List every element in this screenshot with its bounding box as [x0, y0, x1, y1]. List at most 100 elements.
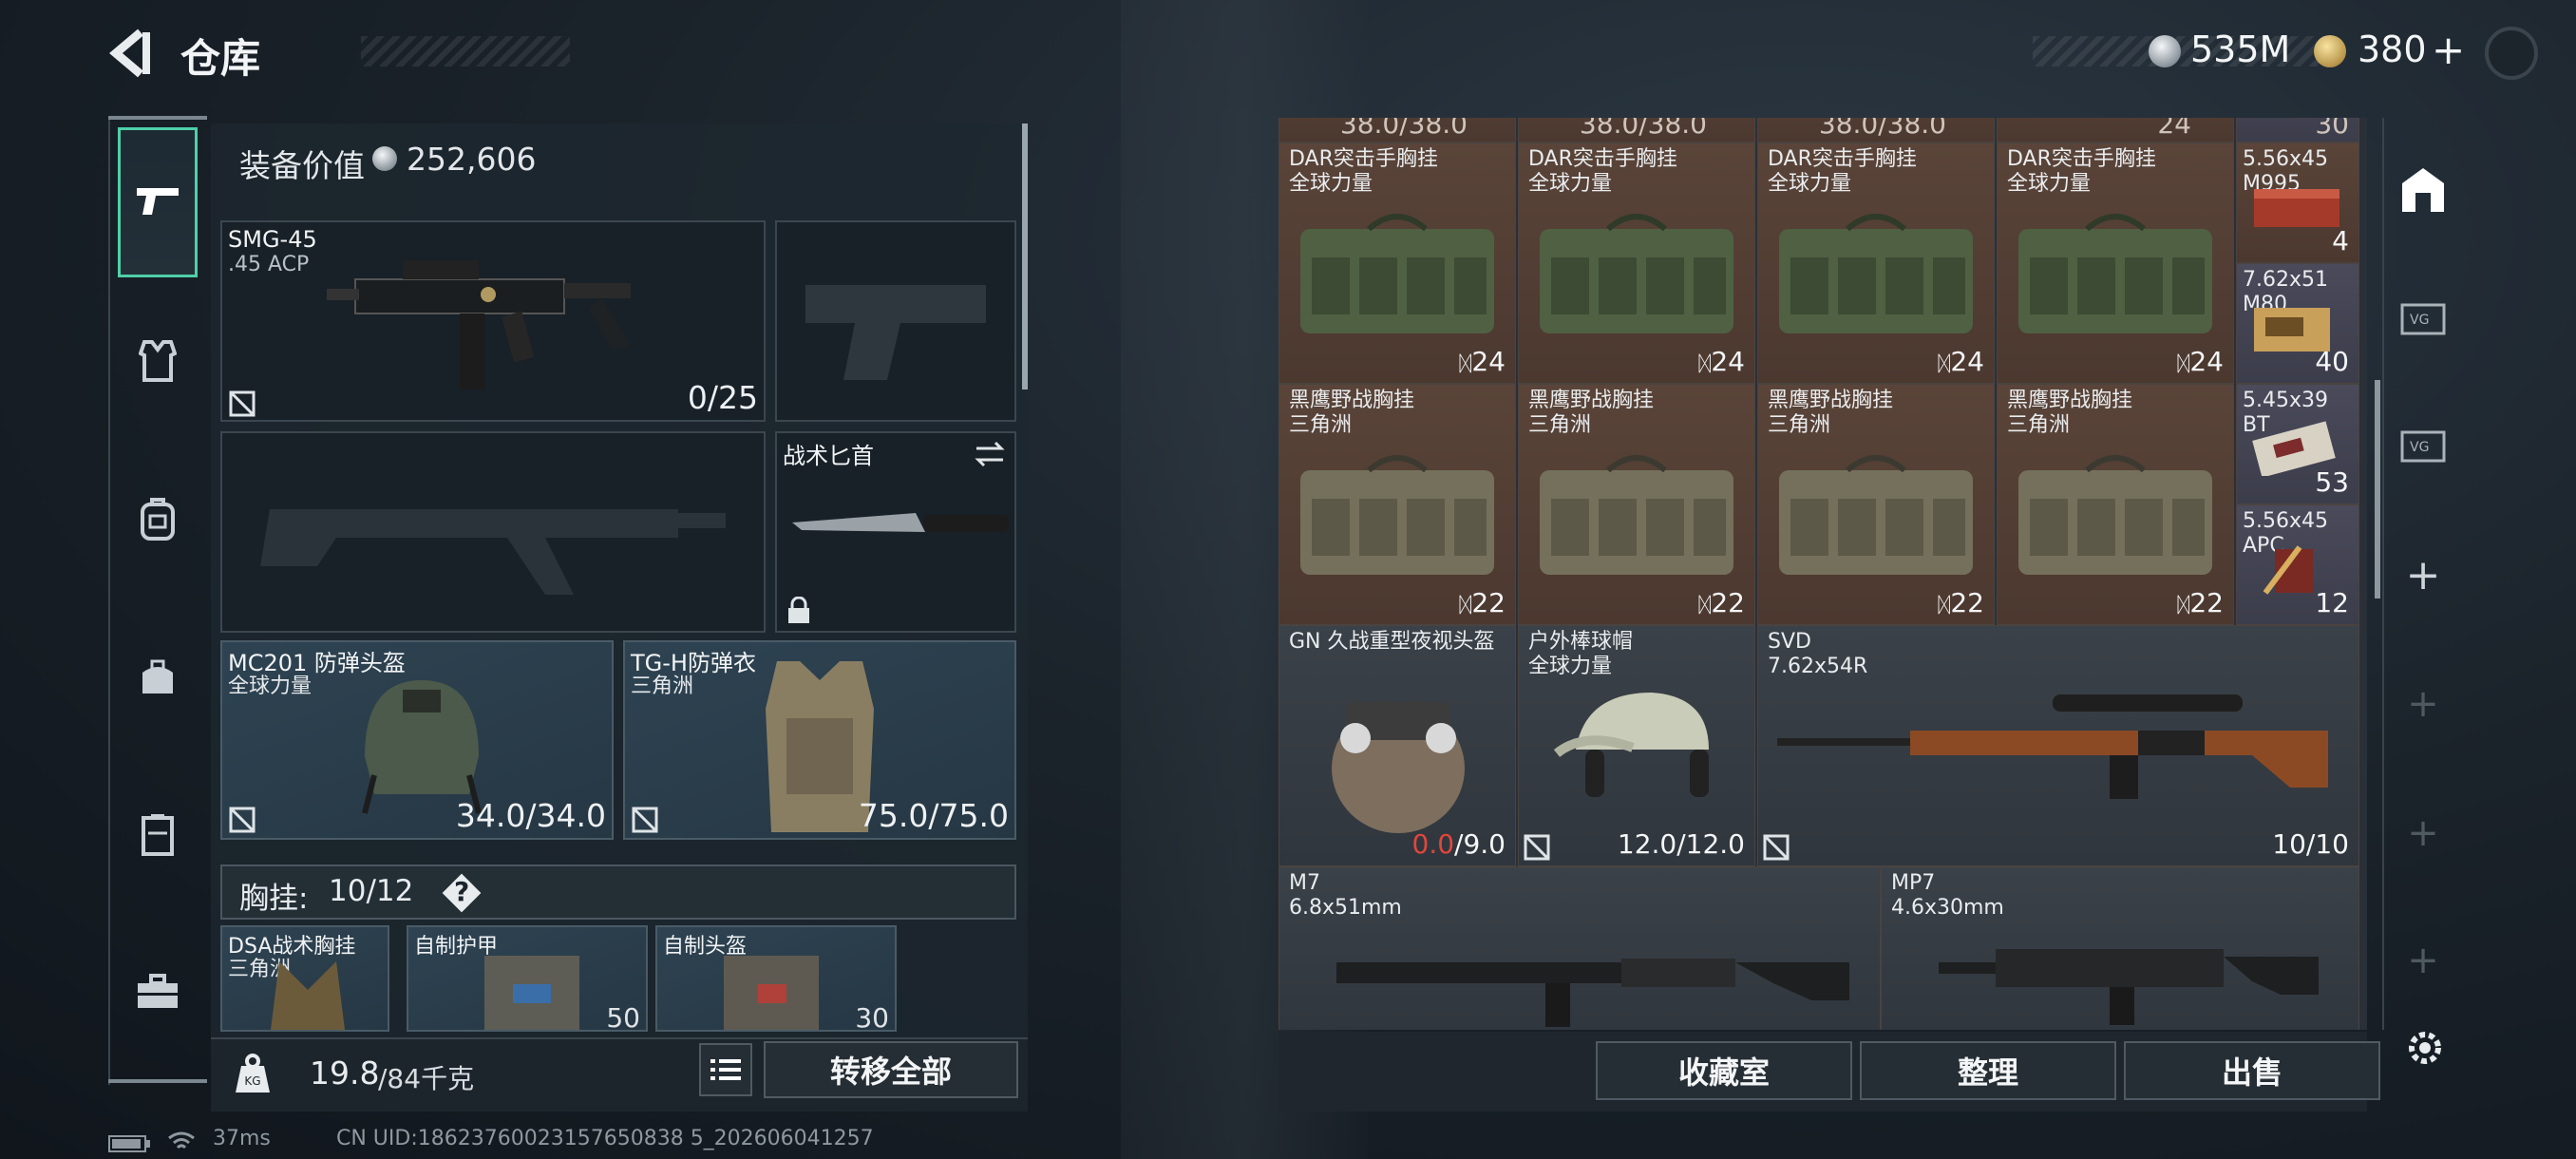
gold-coin-icon — [2314, 35, 2346, 67]
add-stash-tab-icon[interactable]: + — [2390, 542, 2456, 608]
durability-current: 0.0 — [1411, 828, 1455, 860]
item-faction: 全球力量 — [1528, 172, 1613, 196]
stash-item-bh-rig[interactable]: 黑鹰野战胸挂 三角洲 ᛞ22 — [1757, 384, 1995, 625]
smg-image — [327, 260, 631, 390]
collection-room-button[interactable]: 收藏室 — [1596, 1041, 1852, 1100]
item-name: DAR突击手胸挂 — [1528, 147, 1677, 171]
stash-item-ammo[interactable]: 5.45x39 BT 53 — [2236, 384, 2359, 504]
stash-item-ammo[interactable]: 5.56x45 M995 4 — [2236, 142, 2359, 263]
rig-capacity: 10/12 — [329, 874, 414, 908]
item-name: 黑鹰野战胸挂 — [1768, 389, 1894, 412]
rig-image — [1300, 214, 1494, 333]
stash-item-mp7[interactable]: MP7 4.6x30mm — [1881, 866, 2359, 1030]
stash-item-partial[interactable]: 38.0/38.0 — [1279, 118, 1516, 142]
item-faction: 三角洲 — [1768, 413, 1831, 437]
rig-item-value: 30 — [855, 1002, 889, 1032]
add-gold-button[interactable]: + — [2432, 27, 2465, 73]
stash-item-m7[interactable]: M7 6.8x51mm — [1279, 866, 1881, 1030]
settings-gear-icon[interactable] — [2403, 1026, 2447, 1070]
item-count: 22 — [1471, 587, 1506, 618]
swap-icon[interactable] — [973, 439, 1007, 469]
ammo-caliber: 5.56x45 — [2243, 147, 2328, 171]
stash-item-ammo[interactable]: 5.56x45 APC 12 — [2236, 504, 2359, 625]
stash-item-nvg-helmet[interactable]: GN 久战重型夜视头盔 0.0/9.0 — [1279, 625, 1516, 866]
bag-icon[interactable] — [120, 638, 196, 714]
helmet-slot[interactable]: MC201 防弹头盔 全球力量 34.0/34.0 — [220, 640, 614, 840]
case-icon[interactable] — [120, 796, 196, 872]
rig-help[interactable]: ? — [454, 876, 469, 907]
item-name: GN 久战重型夜视头盔 — [1289, 630, 1495, 654]
item-durability: 38.0/38.0 — [1818, 118, 1946, 140]
item-name: 黑鹰野战胸挂 — [2007, 389, 2133, 412]
sort-button[interactable]: 整理 — [1860, 1041, 2116, 1100]
transfer-all-button[interactable]: 转移全部 — [764, 1041, 1018, 1098]
stash-item-dar-rig[interactable]: DAR突击手胸挂 全球力量 ᛞ24 — [1279, 142, 1516, 384]
svg-text:VG: VG — [2410, 440, 2429, 455]
dsa-rig-image — [271, 961, 345, 1030]
stash-tab-2-icon[interactable]: VG — [2390, 285, 2456, 352]
rig-image — [1540, 455, 1733, 575]
silver-coin-icon — [2149, 35, 2181, 67]
ammo-caliber: 5.56x45 — [2243, 509, 2328, 533]
pistol-slot[interactable] — [775, 220, 1016, 422]
stash-item-partial[interactable]: 38.0/38.0 — [1518, 118, 1755, 142]
stash-item-ammo[interactable]: 7.62x51 M80 40 — [2236, 263, 2359, 384]
melee-slot[interactable]: 战术匕首 — [775, 431, 1016, 633]
back-arrow-icon[interactable] — [106, 27, 154, 80]
item-durability: 12.0/12.0 — [1617, 828, 1745, 860]
locked-tab-plus-icon: + — [2407, 939, 2439, 982]
lock-icon — [788, 597, 809, 623]
stash-item-cap[interactable]: 户外棒球帽 全球力量 12.0/12.0 — [1518, 625, 1755, 866]
homemade-helmet-image — [724, 956, 819, 1030]
item-count: 40 — [2315, 346, 2349, 377]
homemade-armor-image — [484, 956, 579, 1030]
weapon-ammo: 0/25 — [687, 379, 758, 416]
nav-top-line — [108, 116, 207, 120]
no-insure-icon — [1524, 834, 1550, 861]
stash-item-bh-rig[interactable]: 黑鹰野战胸挂 三角洲 ᛞ22 — [1518, 384, 1755, 625]
wifi-icon — [168, 1131, 195, 1150]
equipment-scrollbar[interactable] — [1022, 124, 1028, 390]
stash-tab-3-icon[interactable]: VG — [2390, 412, 2456, 479]
weight-current: 19.8 — [310, 1054, 380, 1092]
stash-item-partial[interactable]: 30 — [2236, 118, 2359, 142]
stash-tab-main-icon[interactable] — [2390, 158, 2456, 224]
ping-value: 37ms — [213, 1127, 271, 1150]
stash-item-bh-rig[interactable]: 黑鹰野战胸挂 三角洲 ᛞ22 — [1997, 384, 2234, 625]
nvg-helmet-image — [1332, 702, 1465, 833]
item-count: 12 — [2315, 587, 2349, 618]
mp7-image — [1939, 949, 2319, 1025]
list-view-button[interactable] — [699, 1043, 752, 1096]
stash-scrollbar[interactable] — [2375, 380, 2380, 598]
item-name: 户外棒球帽 — [1528, 630, 1634, 654]
item-name: DAR突击手胸挂 — [1289, 147, 1438, 171]
vest-icon[interactable] — [120, 323, 196, 399]
equipment-value-label: 装备价值 — [239, 147, 365, 184]
ammo-box-image — [2254, 189, 2339, 227]
stash-item-dar-rig[interactable]: DAR突击手胸挂 全球力量 ᛞ24 — [1757, 142, 1995, 384]
armor-slot[interactable]: TG-H防弹衣 三角洲 75.0/75.0 — [623, 640, 1016, 840]
no-insure-icon — [1763, 834, 1790, 861]
toolbox-icon[interactable] — [120, 954, 196, 1030]
currency-decoration — [2033, 36, 2337, 66]
profile-ring-icon[interactable] — [2485, 27, 2538, 80]
item-name: 黑鹰野战胸挂 — [1289, 389, 1415, 412]
backpack-icon[interactable] — [120, 481, 196, 557]
rig-item-armor[interactable]: 自制护甲 50 — [407, 925, 648, 1032]
stash-item-dar-rig[interactable]: DAR突击手胸挂 全球力量 ᛞ24 — [1997, 142, 2234, 384]
weight-max: /84千克 — [378, 1063, 475, 1094]
stash-item-dar-rig[interactable]: DAR突击手胸挂 全球力量 ᛞ24 — [1518, 142, 1755, 384]
stash-item-svd[interactable]: SVD 7.62x54R 10/10 — [1757, 625, 2359, 866]
stash-item-partial[interactable]: 38.0/38.0 — [1757, 118, 1995, 142]
item-faction: 全球力量 — [1768, 172, 1852, 196]
rig-item-dsa[interactable]: DSA战术胸挂 三角洲 — [220, 925, 389, 1032]
rig-item-helmet[interactable]: 自制头盔 30 — [655, 925, 897, 1032]
sell-button[interactable]: 出售 — [2124, 1041, 2380, 1100]
secondary-weapon-slot[interactable] — [220, 431, 766, 633]
item-faction: 三角洲 — [1528, 413, 1592, 437]
stash-item-bh-rig[interactable]: 黑鹰野战胸挂 三角洲 ᛞ22 — [1279, 384, 1516, 625]
pistol-icon[interactable] — [120, 163, 196, 239]
stash-item-partial[interactable]: 24 — [1997, 118, 2234, 142]
item-durability: 38.0/38.0 — [1579, 118, 1707, 140]
primary-weapon-slot[interactable]: SMG-45 .45 ACP 0/25 — [220, 220, 766, 422]
